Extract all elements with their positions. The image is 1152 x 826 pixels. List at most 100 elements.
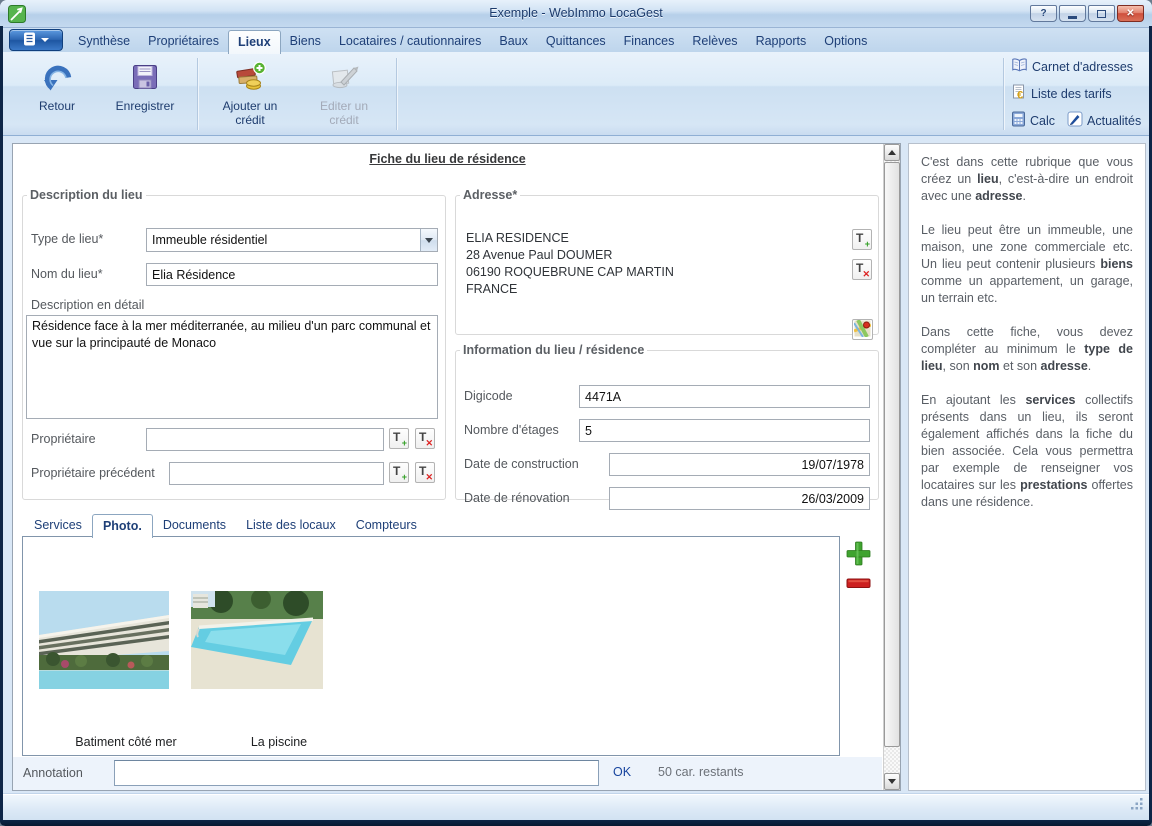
maximize-button[interactable]: [1088, 5, 1115, 22]
adresse-line: 06190 ROQUEBRUNE CAP MARTIN: [466, 264, 674, 281]
description-detail-label: Description en détail: [31, 298, 144, 312]
toolbar-separator: [396, 58, 397, 130]
minus-icon: [846, 577, 871, 592]
annotation-input[interactable]: [114, 760, 599, 786]
application-window: Exemple - WebImmo LocaGest ? ✕ Synthèse …: [0, 0, 1152, 826]
adresse-line: 28 Avenue Paul DOUMER: [466, 247, 674, 264]
tab-biens[interactable]: Biens: [281, 28, 330, 52]
tab-quittances[interactable]: Quittances: [537, 28, 615, 52]
resize-grip[interactable]: [1131, 798, 1144, 816]
ribbon-right-group: Carnet d'adresses € Liste des tarifs Cal…: [1011, 57, 1147, 130]
triangle-up-icon: [888, 150, 896, 155]
tab-proprietaires[interactable]: Propriétaires: [139, 28, 228, 52]
photo-batiment[interactable]: [39, 591, 169, 689]
annotation-chars-remaining: 50 car. restants: [658, 765, 743, 779]
scroll-up-button[interactable]: [884, 144, 900, 161]
carnet-adresses-button[interactable]: Carnet d'adresses: [1011, 57, 1133, 76]
annotation-row: Annotation OK 50 car. restants: [13, 757, 882, 790]
tab-rapports[interactable]: Rapports: [747, 28, 816, 52]
proprietaire-precedent-input[interactable]: [169, 462, 384, 485]
proprietaire-precedent-remove-button[interactable]: T✕: [415, 462, 435, 483]
contact-add-icon: T: [393, 430, 400, 444]
remove-photo-button[interactable]: [846, 577, 871, 592]
help-paragraph: Dans cette fiche, vous devez compléter a…: [921, 324, 1133, 375]
triangle-down-icon: [888, 779, 896, 784]
tab-releves[interactable]: Relèves: [683, 28, 746, 52]
nombre-etages-label: Nombre d'étages: [464, 423, 559, 437]
menu-list-icon: [23, 32, 37, 49]
ribbon-tab-row: Synthèse Propriétaires Lieux Biens Locat…: [3, 28, 1149, 52]
tab-finances[interactable]: Finances: [615, 28, 684, 52]
floppy-disk-icon: [129, 61, 161, 96]
liste-tarifs-button[interactable]: € Liste des tarifs: [1011, 84, 1112, 103]
chevron-down-icon[interactable]: [420, 229, 437, 251]
help-button[interactable]: ?: [1030, 5, 1057, 22]
description-detail-textarea[interactable]: Résidence face à la mer méditerranée, au…: [26, 315, 438, 419]
question-icon: ?: [1040, 8, 1046, 19]
tab-locataires-cautionnaires[interactable]: Locataires / cautionnaires: [330, 28, 490, 52]
scroll-down-button[interactable]: [884, 773, 900, 790]
menu-tabs: Synthèse Propriétaires Lieux Biens Locat…: [69, 28, 876, 52]
window-controls: ? ✕: [1030, 5, 1144, 22]
tab-photo[interactable]: Photo.: [92, 514, 153, 538]
proprietaire-precedent-assign-button[interactable]: T+: [389, 462, 409, 483]
contact-add-icon: T: [393, 464, 400, 478]
calculator-icon: [1011, 111, 1026, 130]
annotation-ok-button[interactable]: OK: [613, 765, 631, 779]
description-du-lieu-legend: Description du lieu: [27, 188, 146, 202]
add-photo-button[interactable]: [845, 540, 872, 570]
tab-compteurs[interactable]: Compteurs: [346, 514, 427, 537]
information-lieu-legend: Information du lieu / résidence: [460, 343, 647, 357]
map-button[interactable]: [852, 319, 873, 340]
chevron-down-icon: [41, 38, 49, 42]
maximize-icon: [1097, 10, 1106, 18]
minimize-button[interactable]: [1059, 5, 1086, 22]
tab-liste-des-locaux[interactable]: Liste des locaux: [236, 514, 346, 537]
proprietaire-input[interactable]: [146, 428, 384, 451]
proprietaire-precedent-label: Propriétaire précédent: [31, 466, 155, 480]
information-lieu-group: Information du lieu / résidence Digicode…: [455, 343, 879, 500]
tab-synthese[interactable]: Synthèse: [69, 28, 139, 52]
nom-du-lieu-input[interactable]: [146, 263, 438, 286]
proprietaire-assign-button[interactable]: T+: [389, 428, 409, 449]
scrollbar-thumb[interactable]: [884, 162, 900, 747]
adresse-remove-button[interactable]: T✕: [852, 259, 872, 280]
content-tabs: Services Photo. Documents Liste des loca…: [24, 512, 427, 537]
tab-documents[interactable]: Documents: [153, 514, 236, 537]
minimize-icon: [1068, 16, 1077, 19]
map-pin-icon: [854, 325, 871, 340]
tab-options[interactable]: Options: [815, 28, 876, 52]
help-paragraph: Le lieu peut être un immeuble, une maiso…: [921, 222, 1133, 307]
form-scrollbar[interactable]: [883, 144, 900, 790]
type-de-lieu-select[interactable]: Immeuble résidentiel: [146, 228, 438, 252]
date-renovation-label: Date de rénovation: [464, 491, 570, 505]
proprietaire-remove-button[interactable]: T✕: [415, 428, 435, 449]
digicode-input[interactable]: [579, 385, 870, 408]
edit-credit-icon: [328, 61, 360, 96]
nombre-etages-input[interactable]: [579, 419, 870, 442]
adresse-assign-button[interactable]: T+: [852, 229, 872, 250]
photo-caption: Batiment côté mer: [51, 735, 201, 749]
price-list-icon: €: [1011, 84, 1027, 103]
ajouter-credit-button[interactable]: Ajouter un crédit: [208, 55, 292, 128]
tab-services[interactable]: Services: [24, 514, 92, 537]
date-construction-input[interactable]: [609, 453, 870, 476]
editer-credit-button[interactable]: Editer un crédit: [302, 55, 386, 128]
tab-baux[interactable]: Baux: [490, 28, 537, 52]
close-button[interactable]: ✕: [1117, 5, 1144, 22]
calc-button[interactable]: Calc: [1011, 111, 1055, 130]
digicode-label: Digicode: [464, 389, 513, 403]
enregistrer-button[interactable]: Enregistrer: [103, 55, 187, 114]
plus-icon: [845, 555, 872, 570]
tab-lieux[interactable]: Lieux: [228, 30, 281, 54]
actualites-button[interactable]: Actualités: [1067, 111, 1141, 130]
photo-piscine[interactable]: [191, 591, 323, 689]
retour-button[interactable]: Retour: [21, 55, 93, 114]
form-title: Fiche du lieu de résidence: [12, 152, 883, 166]
svg-text:€: €: [1017, 90, 1023, 101]
adresse-legend: Adresse*: [460, 188, 520, 202]
photo-panel: Batiment côté mer La piscine: [22, 536, 840, 756]
window-title: Exemple - WebImmo LocaGest: [0, 6, 1152, 20]
application-menu-button[interactable]: [9, 29, 63, 51]
date-renovation-input[interactable]: [609, 487, 870, 510]
